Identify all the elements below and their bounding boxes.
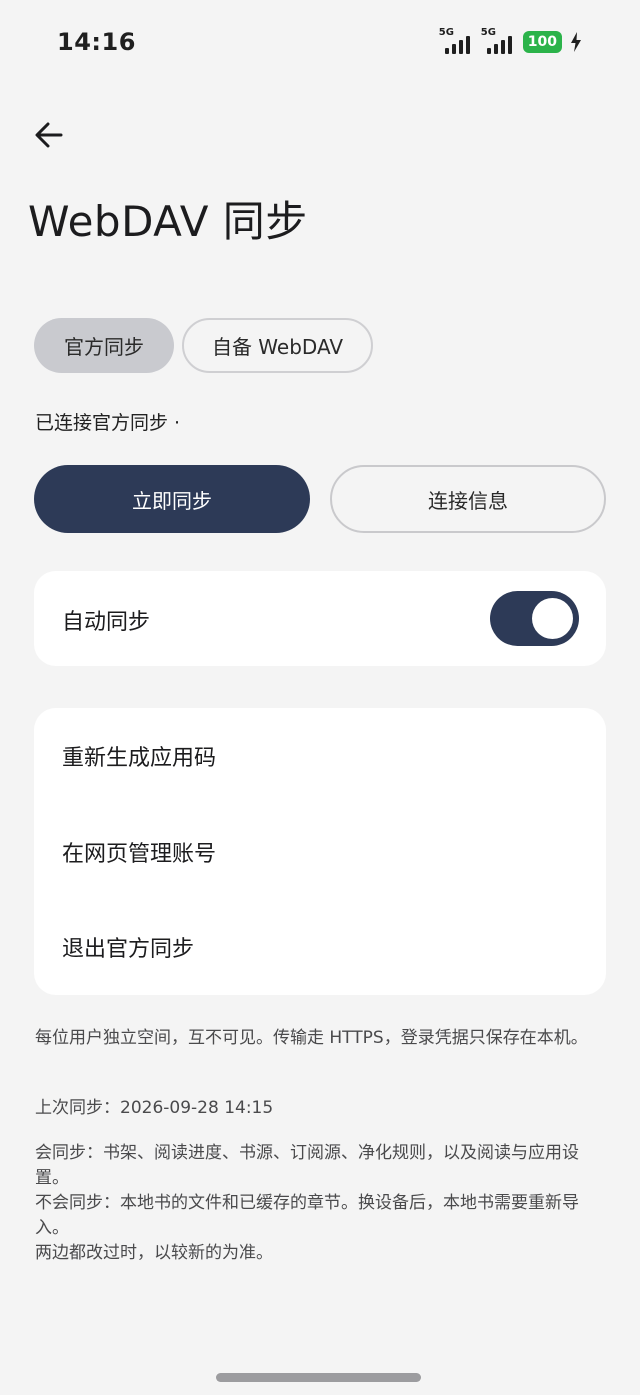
not-synced-items-note: 不会同步：本地书的文件和已缓存的章节。换设备后，本地书需要重新导入。 [35, 1193, 579, 1238]
charging-bolt-icon [571, 32, 581, 52]
status-time: 14:16 [57, 28, 136, 56]
regenerate-app-code-item[interactable]: 重新生成应用码 [34, 708, 606, 803]
last-sync-time: 上次同步：2026-09-28 14:15 [35, 1098, 274, 1118]
back-button[interactable] [26, 112, 72, 158]
privacy-note: 每位用户独立空间，互不可见。传输走 HTTPS，登录凭据只保存在本机。 [35, 1028, 588, 1048]
battery-icon: 100 [522, 31, 562, 53]
signal-5g-icon: 5G [481, 28, 515, 56]
manage-account-web-item[interactable]: 在网页管理账号 [34, 804, 606, 899]
toggle-knob [532, 598, 573, 639]
sync-scope-notes: 会同步：书架、阅读进度、书源、订阅源、净化规则，以及阅读与应用设置。 不会同步：… [35, 1141, 610, 1266]
connection-info-button[interactable]: 连接信息 [330, 465, 606, 533]
sync-now-button[interactable]: 立即同步 [34, 465, 310, 533]
arrow-left-icon [35, 122, 63, 148]
auto-sync-toggle[interactable] [490, 591, 579, 646]
signal-5g-icon: 5G [439, 28, 473, 56]
page-title: WebDAV 同步 [28, 197, 308, 246]
synced-items-note: 会同步：书架、阅读进度、书源、订阅源、净化规则，以及阅读与应用设置。 [35, 1143, 579, 1188]
tab-official-sync[interactable]: 官方同步 [34, 318, 174, 373]
tab-custom-webdav[interactable]: 自备 WebDAV [182, 318, 373, 373]
auto-sync-card: 自动同步 [34, 571, 606, 666]
auto-sync-label: 自动同步 [62, 610, 151, 635]
webdav-sync-screen: 14:16 5G 5G 100 WebDAV 同步 官方同步 自备 WebDAV… [0, 0, 640, 1395]
connection-status: 已连接官方同步 · [35, 412, 181, 434]
conflict-rule-note: 两边都改过时，以较新的为准。 [35, 1243, 273, 1263]
account-actions-card: 重新生成应用码 在网页管理账号 退出官方同步 [34, 708, 606, 995]
sync-mode-tabs: 官方同步 自备 WebDAV [34, 318, 373, 373]
status-bar: 14:16 5G 5G 100 [0, 0, 640, 90]
sign-out-official-sync-item[interactable]: 退出官方同步 [34, 899, 606, 994]
home-indicator[interactable] [216, 1373, 421, 1382]
status-icons: 5G 5G 100 [439, 27, 582, 57]
